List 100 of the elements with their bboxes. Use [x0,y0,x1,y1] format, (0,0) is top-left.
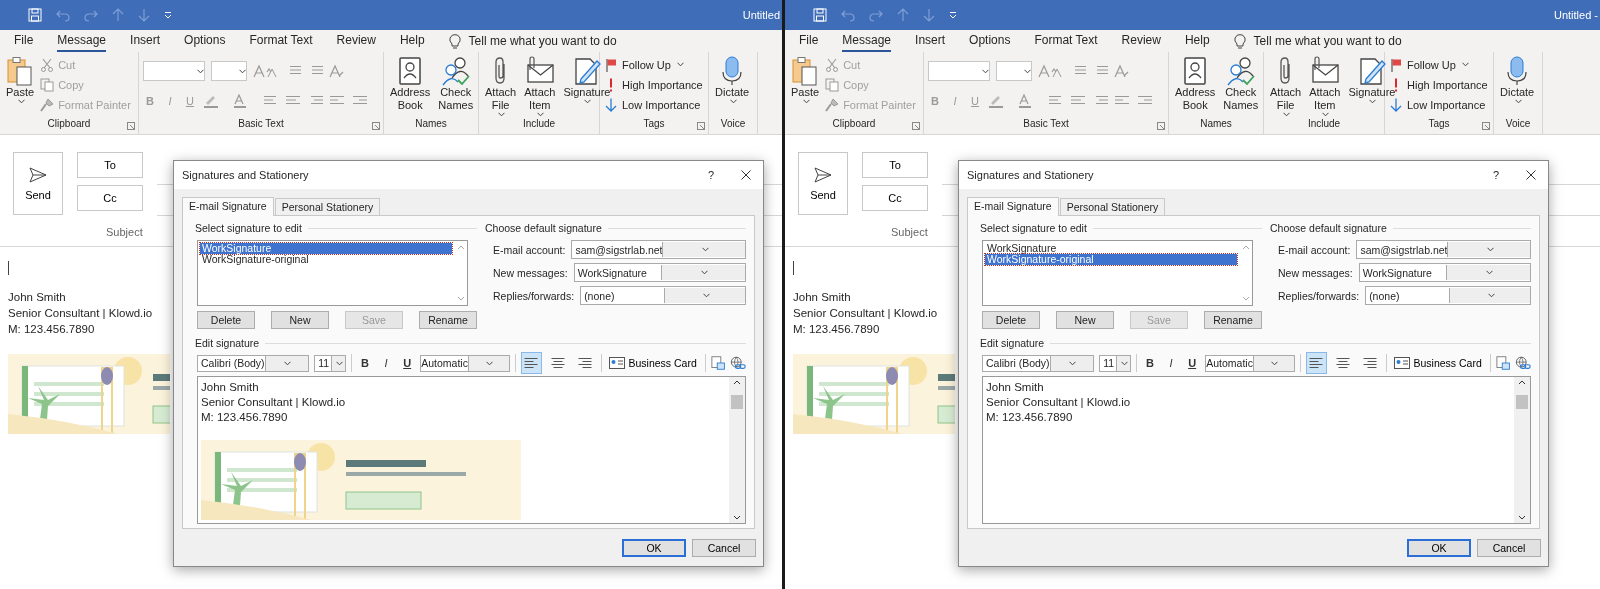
italic-button[interactable]: I [378,354,395,372]
clear-formatting-icon[interactable] [1114,64,1130,78]
ribbon-tab[interactable]: File [799,30,819,52]
font-dropdown[interactable]: Calibri (Body) [197,354,310,372]
underline-button[interactable]: U [1184,354,1201,372]
cc-button[interactable]: Cc [77,185,143,211]
dialog-tab[interactable]: E-mail Signature [182,197,274,216]
scroll-down-icon[interactable] [733,515,741,520]
clear-formatting-icon[interactable] [329,64,345,78]
insert-picture-icon[interactable] [710,355,725,371]
scroll-thumb[interactable] [731,395,743,409]
scrollbar[interactable] [1514,377,1530,523]
dialog-launcher-icon[interactable] [372,122,380,130]
ribbon-tab[interactable]: Options [969,30,1011,52]
align-left-button[interactable] [520,352,543,374]
to-button[interactable]: To [77,152,143,178]
close-icon[interactable] [741,170,751,180]
ribbon-button[interactable]: Check Names [1221,56,1261,112]
dialog-launcher-icon[interactable] [912,122,920,130]
ribbon-tab[interactable]: Insert [130,30,161,52]
ribbon-button[interactable]: Check Names [436,56,476,112]
grow-font-icon[interactable] [1038,64,1064,78]
font-size-field[interactable] [211,61,247,81]
ribbon-button[interactable]: Attach Item [1307,56,1343,117]
tell-me-field[interactable]: Tell me what you want to do [468,34,617,48]
help-button[interactable]: ? [1474,169,1518,181]
ribbon-tab[interactable]: Format Text [1034,30,1098,52]
cancel-button[interactable]: Cancel [1477,539,1541,557]
ribbon-button[interactable]: Attach Item [522,56,558,117]
to-button[interactable]: To [862,152,928,178]
ribbon-tab[interactable]: Insert [915,30,946,52]
help-button[interactable]: ? [689,169,733,181]
size-dropdown[interactable]: 11 [314,354,347,372]
align-left-button[interactable] [1305,352,1328,374]
ribbon-tab[interactable]: Options [184,30,226,52]
signature-item[interactable]: WorkSignature [200,243,452,254]
signature-editor[interactable]: John Smith Senior Consultant | Klowd.io M: 123.456.7890 [982,376,1531,524]
hyperlink-icon[interactable] [1514,355,1532,371]
scroll-thumb[interactable] [1516,395,1528,409]
dropdown-field[interactable]: (none) [580,286,746,305]
ribbon-button[interactable]: Attach File [483,56,519,117]
hyperlink-icon[interactable] [729,355,747,371]
dialog-tab[interactable]: Personal Stationery [1059,198,1166,215]
dialog-tab[interactable]: E-mail Signature [967,197,1059,216]
grow-font-icon[interactable] [253,64,279,78]
dropdown-field[interactable]: WorkSignature [573,263,746,282]
scrollbar-icon[interactable] [457,244,465,302]
signature-item[interactable]: WorkSignature-original [200,254,452,265]
signature-list[interactable]: WorkSignature WorkSignature-original [982,240,1253,306]
ribbon-tab[interactable]: Help [399,30,425,52]
signature-editor[interactable]: John Smith Senior Consultant | Klowd.io M: 123.456.7890 [197,376,746,524]
scroll-up-icon[interactable] [733,380,741,385]
customize-menu-icon[interactable] [949,11,957,19]
dialog-launcher-icon[interactable] [1157,122,1165,130]
ok-button[interactable]: OK [622,539,686,557]
ok-button[interactable]: OK [1407,539,1471,557]
business-card-button[interactable]: Business Card [1391,357,1485,369]
cancel-button[interactable]: Cancel [692,539,756,557]
redo-icon[interactable] [84,8,98,22]
bold-button[interactable]: B [1141,354,1159,372]
color-dropdown[interactable]: Automatic [420,354,510,372]
color-dropdown[interactable]: Automatic [1205,354,1295,372]
underline-button[interactable]: U [399,354,416,372]
ribbon-button[interactable]: Dictate [1498,56,1537,104]
down-arrow-icon[interactable] [923,8,935,22]
up-arrow-icon[interactable] [897,8,909,22]
dialog-button[interactable]: Delete [197,311,255,329]
business-card-button[interactable]: Business Card [606,357,700,369]
italic-button[interactable]: I [1163,354,1180,372]
ribbon-button[interactable]: Attach File [1268,56,1304,117]
font-size-field[interactable] [996,61,1032,81]
down-arrow-icon[interactable] [138,8,150,22]
save-icon[interactable] [813,8,827,22]
dropdown-field[interactable]: sam@sigstrlab.net [571,240,746,259]
close-icon[interactable] [1526,170,1536,180]
ribbon-button[interactable]: Address Book [1173,56,1218,112]
dialog-launcher-icon[interactable] [1482,122,1490,130]
font-dropdown[interactable]: Calibri (Body) [982,354,1095,372]
save-icon[interactable] [28,8,42,22]
dialog-button[interactable]: New [1056,311,1114,329]
ribbon-button[interactable]: Dictate [713,56,752,104]
signature-list[interactable]: WorkSignature WorkSignature-original [197,240,468,306]
undo-icon[interactable] [56,8,70,22]
ribbon-tab[interactable]: Format Text [249,30,313,52]
bold-button[interactable]: B [356,354,374,372]
dialog-button[interactable]: New [271,311,329,329]
dropdown-field[interactable]: sam@sigstrlab.net [1356,240,1531,259]
ribbon-button[interactable]: Paste [4,56,37,104]
redo-icon[interactable] [869,8,883,22]
ribbon-button[interactable]: Address Book [388,56,433,112]
dialog-launcher-icon[interactable] [127,122,135,130]
size-dropdown[interactable]: 11 [1099,354,1132,372]
ribbon-tab[interactable]: Review [336,30,376,52]
dialog-button[interactable]: Delete [982,311,1040,329]
send-button[interactable]: Send [13,152,63,215]
signature-item[interactable]: WorkSignature-original [985,254,1237,265]
font-name-field[interactable] [928,61,990,81]
ribbon-tab[interactable]: File [14,30,34,52]
tell-me-field[interactable]: Tell me what you want to do [1253,34,1402,48]
font-name-field[interactable] [143,61,205,81]
